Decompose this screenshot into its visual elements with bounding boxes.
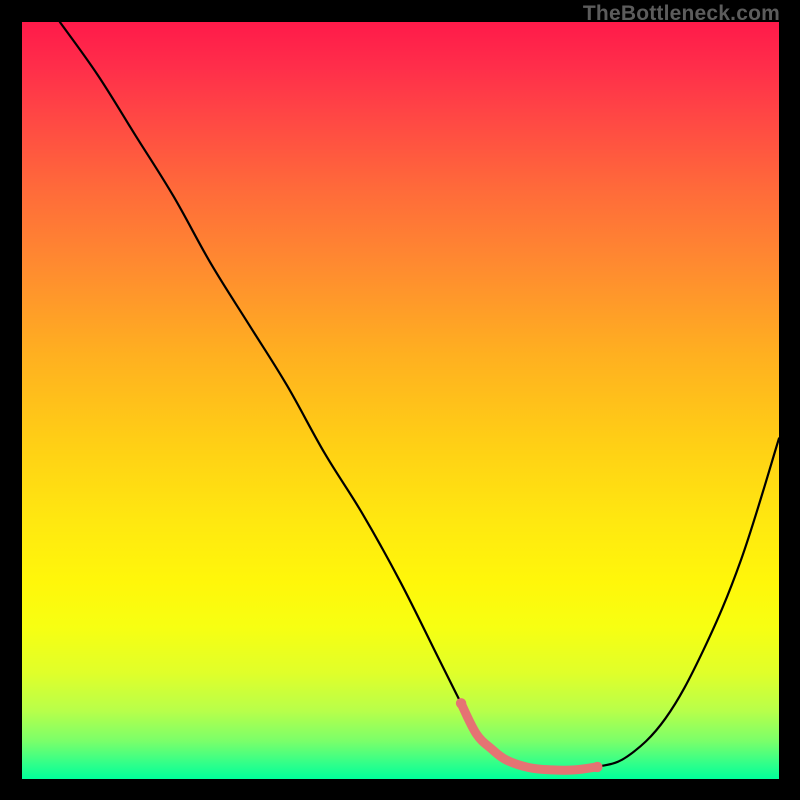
highlight-end-dot [592, 762, 602, 772]
chart-container: TheBottleneck.com [0, 0, 800, 800]
highlight-start-dot [456, 698, 466, 708]
highlight-segment [461, 703, 597, 770]
plot-area [22, 22, 779, 779]
bottleneck-curve [60, 22, 779, 770]
curve-svg [22, 22, 779, 779]
